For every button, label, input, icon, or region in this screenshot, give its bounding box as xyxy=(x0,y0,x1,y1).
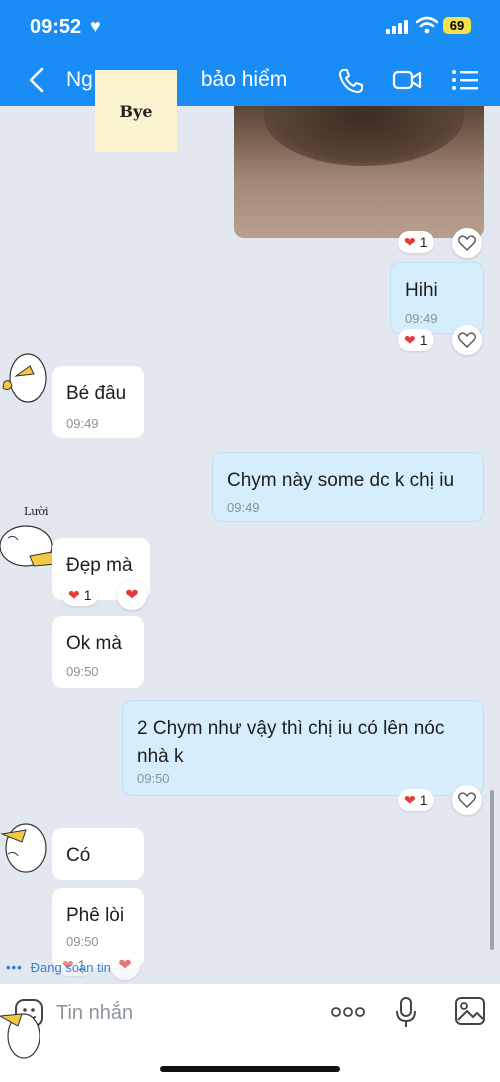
message-input[interactable]: Tin nhắn xyxy=(56,1002,133,1025)
message-time: 09:50 xyxy=(66,934,99,949)
contact-name-prefix: Ng xyxy=(66,68,93,91)
heart-icon: ❤ xyxy=(404,233,416,250)
heart-icon: ❤ xyxy=(125,587,139,604)
signal-icon xyxy=(386,20,408,34)
typing-indicator: ••• Đang soạn tin xyxy=(6,960,111,975)
menu-list-icon[interactable] xyxy=(450,66,480,94)
heart-icon: ❤ xyxy=(118,957,132,974)
phone-icon[interactable] xyxy=(336,66,366,94)
react-button[interactable] xyxy=(452,785,482,815)
heart-status-icon: ♥ xyxy=(90,16,101,36)
heart-icon: ❤ xyxy=(404,791,416,808)
message-bubble-outgoing[interactable]: Chym này some dc k chị iu 09:49 xyxy=(212,452,484,522)
sticky-note: Bye xyxy=(95,70,177,152)
reaction-count[interactable]: ❤ 1 xyxy=(62,584,98,606)
duck-sticker-icon xyxy=(0,823,47,873)
react-button-active[interactable]: ❤ xyxy=(117,580,147,610)
back-chevron-icon[interactable] xyxy=(24,66,50,94)
message-text: Bé đâu xyxy=(66,383,127,404)
message-text: Đẹp mà xyxy=(66,555,133,576)
message-bubble-outgoing[interactable]: 2 Chym như vậy thì chị iu có lên nóc nhà… xyxy=(122,700,484,796)
message-text: Phê lòi xyxy=(66,905,125,926)
heart-outline-icon xyxy=(458,792,476,808)
reaction-count[interactable]: ❤ 1 xyxy=(398,789,434,811)
reaction-count-photo[interactable]: ❤ 1 xyxy=(398,231,434,253)
duck-sticker-icon xyxy=(0,1013,40,1059)
chat-header: 09:52 ♥ 69 Ng bảo hiểm xyxy=(0,0,500,106)
message-text: Hihi xyxy=(405,280,438,301)
message-time: 09:49 xyxy=(227,500,260,515)
message-text: Chym này some dc k chị iu xyxy=(227,470,455,491)
message-text: 2 Chym như vậy thì chị iu có lên nóc nhà… xyxy=(137,718,445,767)
heart-icon: ❤ xyxy=(68,586,80,603)
heart-icon: ❤ xyxy=(404,331,416,348)
contact-name-suffix: bảo hiểm xyxy=(200,68,288,91)
typing-dots-icon: ••• xyxy=(6,960,23,975)
heart-outline-icon xyxy=(458,235,476,251)
microphone-icon[interactable] xyxy=(394,996,418,1030)
message-time: 09:50 xyxy=(137,771,170,786)
home-indicator xyxy=(160,1066,340,1072)
heart-outline-icon xyxy=(458,332,476,348)
message-text: Có xyxy=(66,845,91,866)
status-bar: 09:52 ♥ 69 xyxy=(0,0,500,56)
message-bubble-incoming[interactable]: Có xyxy=(52,828,144,880)
battery-icon: 69 xyxy=(443,17,471,34)
photo-message[interactable] xyxy=(234,106,484,238)
image-gallery-icon[interactable] xyxy=(454,996,486,1026)
scrollbar[interactable] xyxy=(490,790,494,950)
message-time: 09:49 xyxy=(66,416,99,431)
message-input-bar: Tin nhắn xyxy=(0,984,500,1082)
message-bubble-outgoing[interactable]: Hihi 09:49 xyxy=(390,262,484,334)
nav-bar: Ng bảo hiểm xyxy=(0,56,500,106)
message-bubble-incoming[interactable]: Bé đâu 09:49 xyxy=(52,366,144,438)
more-options-icon[interactable] xyxy=(330,1004,366,1020)
react-button[interactable] xyxy=(452,228,482,258)
video-call-icon[interactable] xyxy=(392,66,422,94)
react-button[interactable] xyxy=(452,325,482,355)
duck-sticker-icon xyxy=(2,353,47,403)
message-bubble-incoming[interactable]: Ok mà 09:50 xyxy=(52,616,144,688)
wifi-icon xyxy=(416,16,438,34)
message-time: 09:49 xyxy=(405,311,438,326)
reaction-count[interactable]: ❤ 1 xyxy=(398,329,434,351)
message-text: Ok mà xyxy=(66,633,122,654)
message-time: 09:50 xyxy=(66,664,99,679)
status-time: 09:52 xyxy=(30,16,82,38)
react-button-active[interactable]: ❤ xyxy=(110,950,140,980)
